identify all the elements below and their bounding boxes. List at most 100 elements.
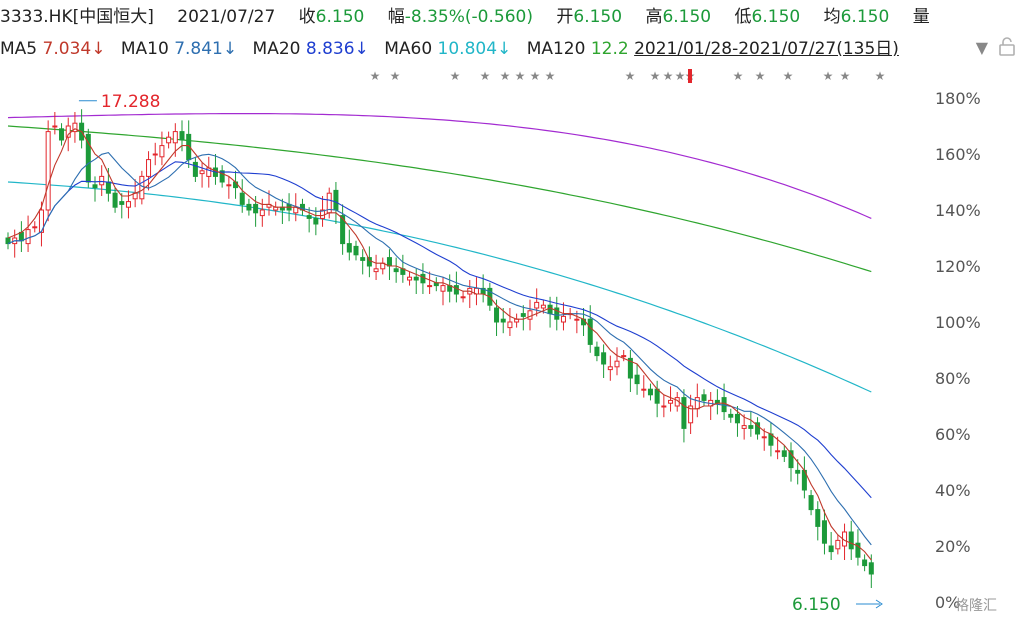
candle-body	[25, 229, 31, 245]
y-tick-label: 60%	[935, 425, 971, 444]
candle-body	[346, 243, 352, 253]
event-marker	[688, 69, 692, 83]
quote-header: 3333.HK[中国恒大] 2021/07/27 收6.150 幅-8.35%(…	[0, 6, 930, 28]
candle-body	[795, 469, 801, 474]
candle-body	[413, 276, 419, 281]
candle-body	[734, 413, 740, 424]
candle-body	[862, 559, 868, 567]
candle-body	[407, 276, 413, 281]
candle-body	[125, 201, 131, 208]
star-icon: ★	[545, 69, 556, 83]
high-label: 高	[645, 7, 663, 27]
last-value-label: 6.150	[792, 595, 841, 615]
candle-body	[253, 203, 259, 214]
candle-body	[146, 159, 152, 177]
candle-body	[701, 394, 707, 401]
ma-legend-bar: MA5 7.034↓ MA10 7.841↓ MA20 8.836↓ MA60 …	[0, 38, 899, 60]
candle-body	[647, 388, 653, 396]
date-range[interactable]: 2021/01/28-2021/07/27(135日)	[634, 38, 899, 60]
star-icon: ★	[450, 69, 461, 83]
quote-date: 2021/07/27	[177, 7, 276, 27]
ma10-value: 7.841↓	[174, 39, 238, 59]
ma10-line	[7, 151, 872, 546]
candle-body	[333, 189, 339, 211]
lock-icon[interactable]	[998, 36, 1016, 56]
candle-body	[192, 161, 198, 177]
candle-body	[353, 245, 359, 256]
candle-body	[366, 257, 372, 267]
candle-body	[661, 405, 667, 408]
y-tick-label: 40%	[935, 481, 971, 500]
star-icon: ★	[530, 69, 541, 83]
stock-code: 3333.HK[中国恒大]	[0, 7, 154, 27]
candle-body	[199, 170, 205, 175]
candle-body	[507, 321, 513, 329]
candle-body	[453, 285, 459, 295]
high-value: 6.150	[662, 7, 712, 27]
candle-body	[728, 413, 734, 418]
candle-body	[119, 201, 125, 205]
y-tick-label: 20%	[935, 537, 971, 556]
star-icon: ★	[390, 69, 401, 83]
y-tick-label: 160%	[935, 145, 981, 164]
candle-body	[494, 307, 500, 323]
ma120-label: MA120	[526, 39, 586, 59]
candle-body	[848, 531, 854, 550]
y-tick-label: 120%	[935, 257, 981, 276]
candle-body	[360, 257, 366, 261]
ma60-value: 10.804↓	[437, 39, 512, 59]
candle-body	[808, 495, 814, 511]
candle-body	[226, 184, 232, 187]
candle-body	[313, 217, 319, 225]
candle-body	[59, 128, 65, 141]
low-label: 低	[734, 7, 752, 27]
candle-body	[781, 450, 787, 457]
candle-body	[534, 301, 540, 309]
candle-body	[775, 450, 781, 453]
candle-body	[574, 318, 580, 321]
star-icon: ★	[733, 69, 744, 83]
star-icon: ★	[875, 69, 886, 83]
candle-body	[92, 184, 98, 189]
candle-body	[868, 562, 874, 575]
candle-body	[621, 355, 627, 358]
ma5-label: MA5	[0, 39, 38, 59]
candle-body	[460, 296, 466, 299]
star-icon: ★	[370, 69, 381, 83]
candle-body	[393, 268, 399, 273]
candle-body	[179, 131, 185, 141]
candle-body	[306, 215, 312, 219]
candle-body	[614, 360, 620, 368]
candle-body	[166, 136, 172, 144]
ma20-value: 8.836↓	[305, 39, 369, 59]
candle-body	[500, 318, 506, 323]
candle-body	[85, 133, 91, 183]
avg-label: 均	[823, 7, 841, 27]
open-value: 6.150	[573, 7, 623, 27]
change-value: -8.35%(-0.560)	[404, 7, 533, 27]
y-tick-label: 180%	[935, 89, 981, 108]
candle-body	[427, 285, 433, 288]
candle-body	[594, 346, 600, 357]
candle-body	[748, 425, 754, 429]
candle-body	[694, 397, 700, 410]
triangle-down-icon[interactable]: ▼	[976, 38, 988, 57]
candle-body	[440, 285, 446, 292]
candle-body	[587, 318, 593, 345]
low-value: 6.150	[751, 7, 801, 27]
watermark: 格隆汇	[955, 598, 997, 614]
candle-body	[835, 539, 841, 550]
ma20-label: MA20	[252, 39, 301, 59]
y-tick-label: 140%	[935, 201, 981, 220]
ma10-label: MA10	[120, 39, 169, 59]
ma60-label: MA60	[384, 39, 433, 59]
candle-body	[373, 268, 379, 273]
candle-body	[239, 192, 245, 205]
close-label: 收	[298, 7, 316, 27]
ma5-value: 7.034↓	[42, 39, 106, 59]
star-icon: ★	[755, 69, 766, 83]
candle-body	[259, 209, 265, 217]
star-icon: ★	[650, 69, 661, 83]
ma20-line	[7, 161, 872, 499]
candle-body	[761, 436, 767, 439]
